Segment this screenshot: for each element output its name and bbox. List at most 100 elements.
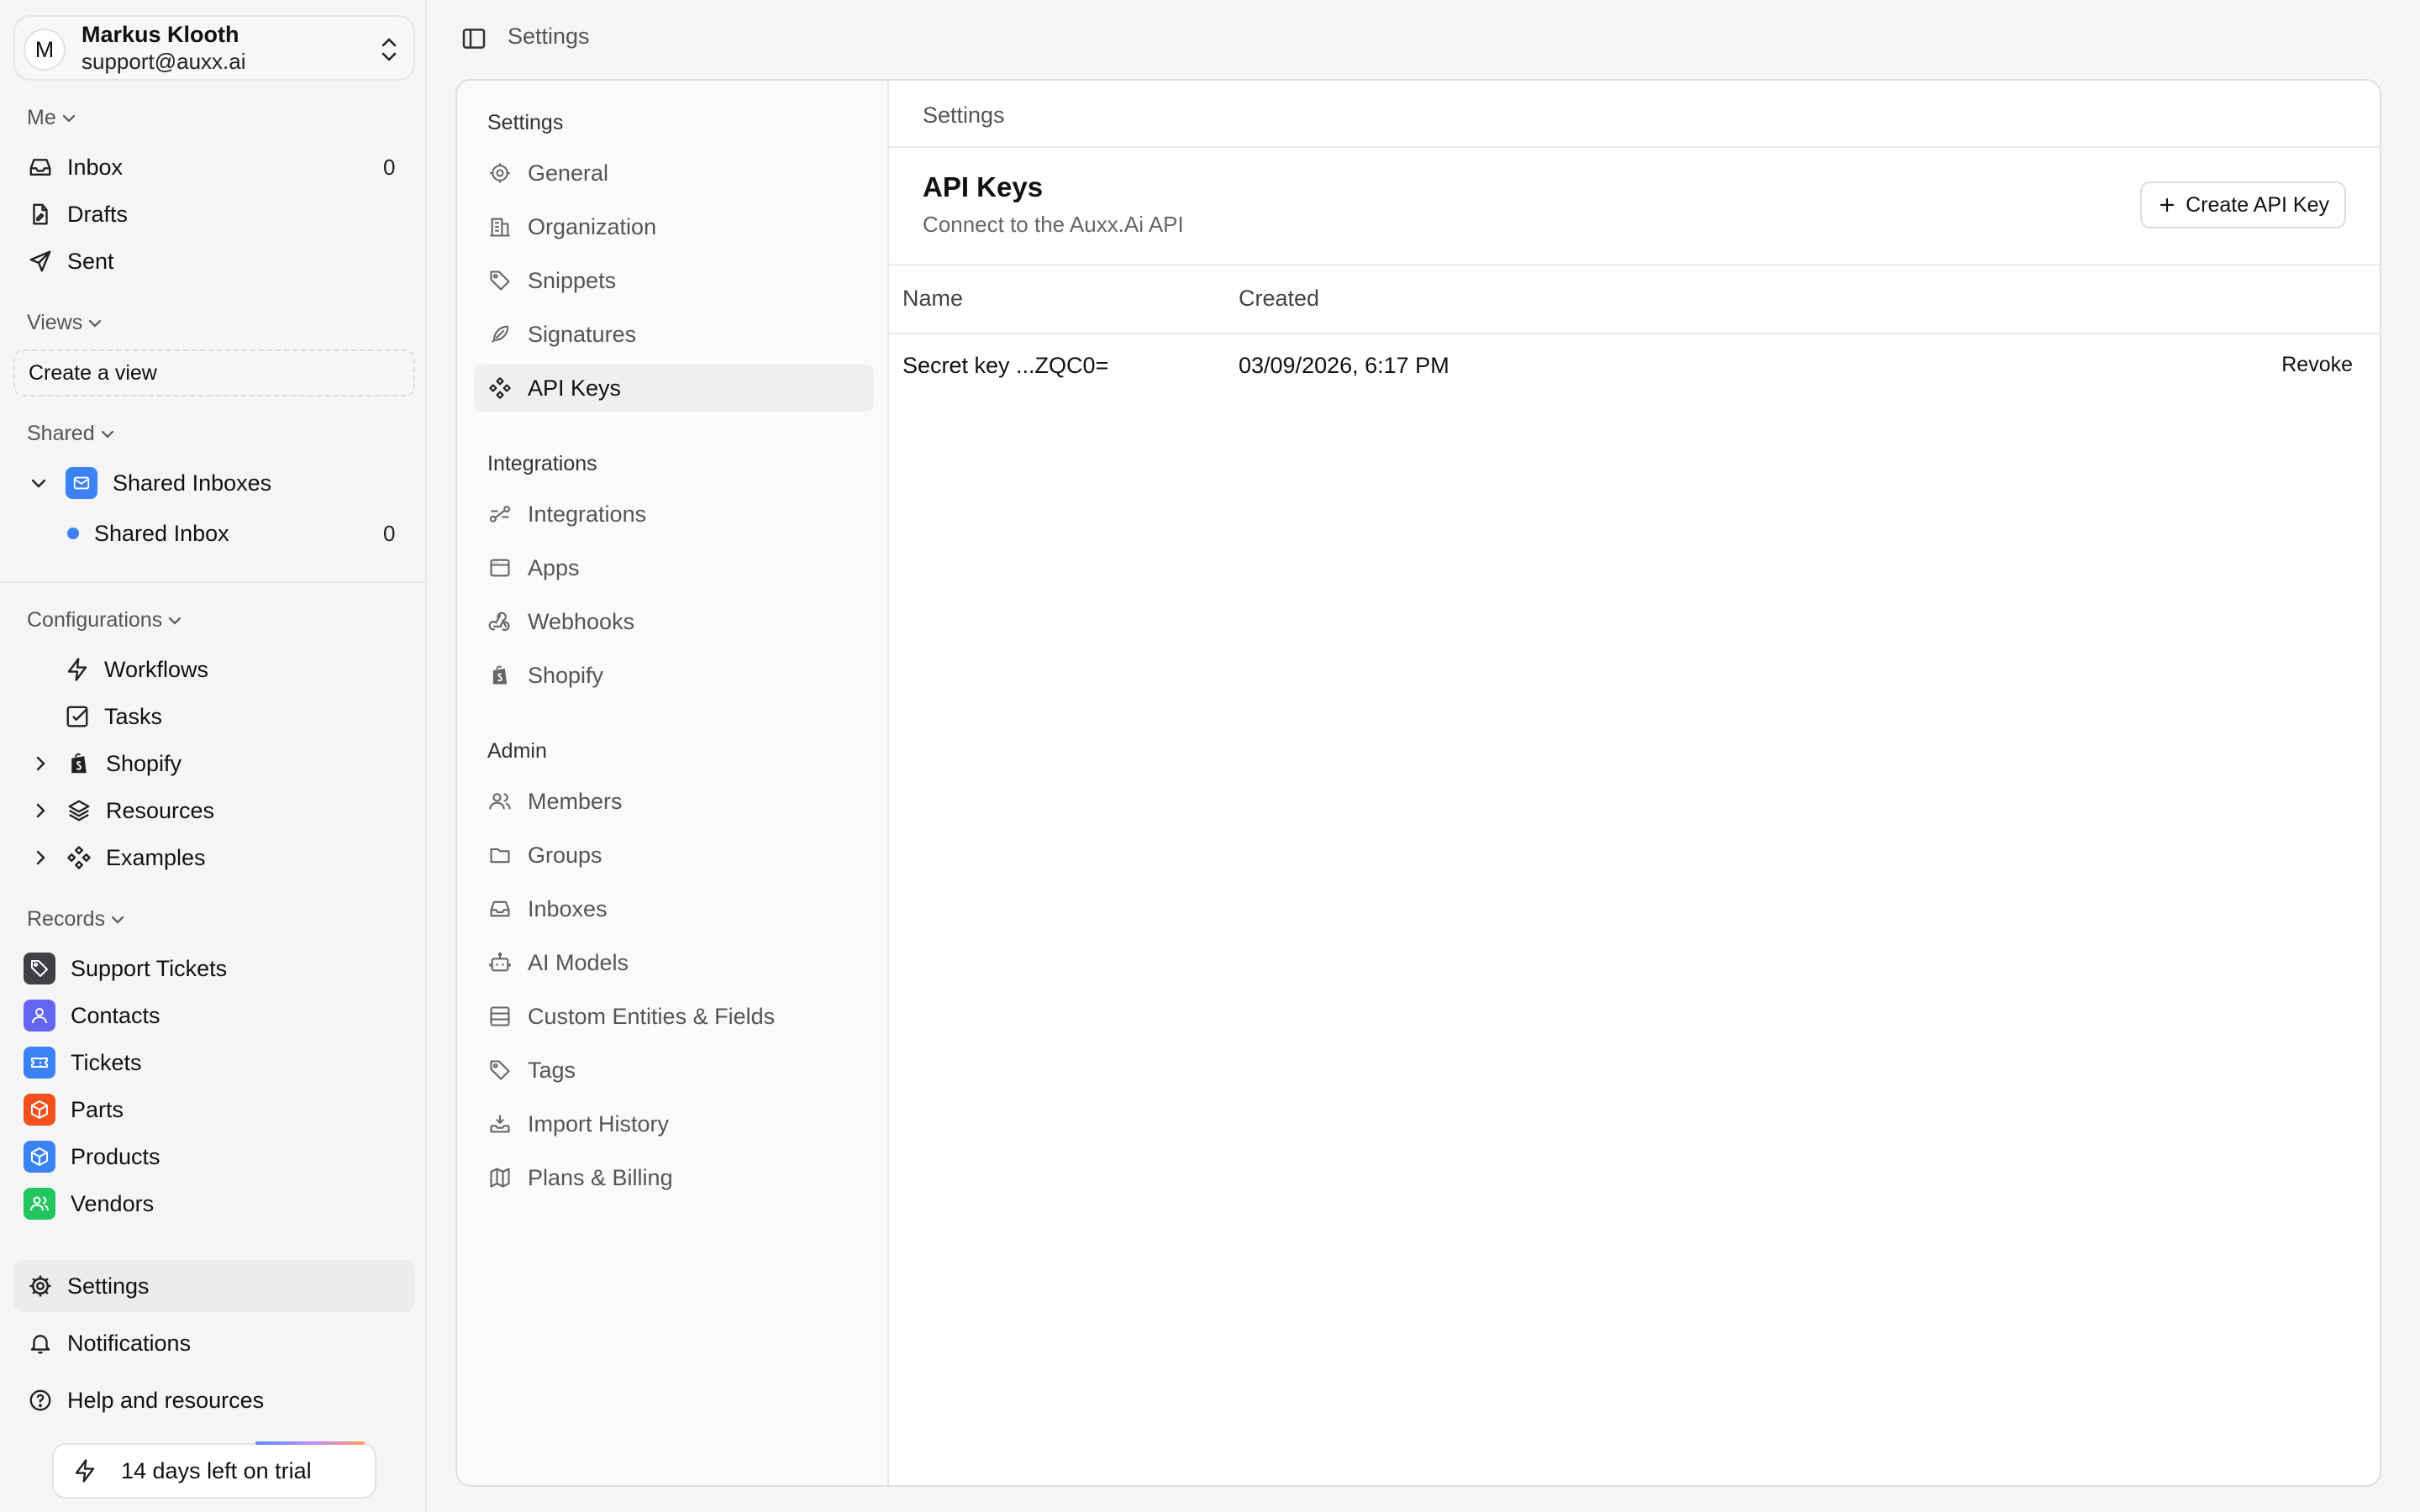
sidebar-item-label: Inbox bbox=[67, 154, 124, 180]
settings-content: Settings API Keys Connect to the Auxx.Ai… bbox=[889, 81, 2380, 1485]
settings-nav-webhooks[interactable]: Webhooks bbox=[474, 598, 874, 645]
sidebar: M Markus Klooth support@auxx.ai Me Inbox… bbox=[0, 0, 427, 1512]
sidebar-item-help[interactable]: Help and resources bbox=[27, 1379, 264, 1421]
sidebar-item-products[interactable]: Products bbox=[24, 1136, 160, 1178]
gear-icon bbox=[27, 1273, 54, 1299]
settings-nav-import-history[interactable]: Import History bbox=[474, 1100, 874, 1147]
shared-inbox-count: 0 bbox=[383, 521, 396, 546]
workflow-icon bbox=[487, 501, 513, 527]
sidebar-item-label: Sent bbox=[67, 248, 114, 274]
settings-nav-label: Groups bbox=[528, 842, 602, 868]
create-api-key-button[interactable]: Create API Key bbox=[2140, 181, 2346, 228]
plus-icon bbox=[2160, 197, 2175, 213]
settings-nav-custom-entities[interactable]: Custom Entities & Fields bbox=[474, 993, 874, 1040]
section-records-label: Records bbox=[27, 907, 106, 931]
settings-nav-plans-billing[interactable]: Plans & Billing bbox=[474, 1154, 874, 1201]
webhook-icon bbox=[487, 609, 513, 634]
settings-nav: Settings General Organization Snippets S… bbox=[457, 81, 889, 1485]
sidebar-item-label: Shared Inboxes bbox=[113, 470, 272, 496]
sidebar-item-label: Workflows bbox=[104, 656, 209, 682]
sidebar-toggle-icon[interactable] bbox=[460, 25, 487, 52]
section-configurations[interactable]: Configurations bbox=[27, 608, 182, 633]
settings-nav-label: AI Models bbox=[528, 949, 629, 975]
mail-icon bbox=[66, 467, 97, 499]
settings-nav-groups[interactable]: Groups bbox=[474, 832, 874, 879]
sidebar-item-notifications[interactable]: Notifications bbox=[27, 1322, 191, 1364]
settings-nav-label: Inboxes bbox=[528, 895, 608, 921]
sidebar-item-parts[interactable]: Parts bbox=[24, 1089, 124, 1131]
sidebar-item-settings[interactable]: Settings bbox=[27, 1265, 150, 1307]
tag-icon bbox=[487, 268, 513, 293]
create-view-button[interactable]: Create a view bbox=[13, 349, 415, 396]
sidebar-item-label: Vendors bbox=[71, 1190, 155, 1216]
page-breadcrumb: Settings bbox=[508, 24, 590, 49]
settings-nav-members[interactable]: Members bbox=[474, 778, 874, 825]
table-header: Name Created bbox=[889, 264, 2380, 334]
sidebar-item-vendors[interactable]: Vendors bbox=[24, 1183, 154, 1225]
sidebar-item-workflows[interactable]: Workflows bbox=[64, 648, 208, 690]
section-shared-label: Shared bbox=[27, 422, 95, 445]
dot-icon bbox=[67, 528, 79, 539]
sidebar-item-sent[interactable]: Sent bbox=[27, 240, 114, 282]
section-me[interactable]: Me bbox=[27, 106, 76, 130]
sidebar-item-drafts[interactable]: Drafts bbox=[27, 193, 128, 235]
sidebar-item-support-tickets[interactable]: Support Tickets bbox=[24, 948, 227, 990]
users-icon bbox=[487, 789, 513, 814]
settings-nav-label: General bbox=[528, 160, 609, 186]
zap-icon bbox=[72, 1458, 97, 1483]
sidebar-item-resources[interactable]: Resources bbox=[30, 790, 214, 832]
settings-nav-inboxes[interactable]: Inboxes bbox=[474, 885, 874, 932]
integrations-nav-heading: Integrations bbox=[487, 452, 597, 475]
sidebar-item-shared-inboxes[interactable]: Shared Inboxes bbox=[29, 462, 271, 504]
sidebar-item-label: Notifications bbox=[67, 1330, 192, 1356]
settings-nav-general[interactable]: General bbox=[474, 150, 874, 197]
sidebar-item-tickets[interactable]: Tickets bbox=[24, 1042, 142, 1084]
sidebar-item-shopify[interactable]: Shopify bbox=[30, 743, 182, 785]
section-views-label: Views bbox=[27, 311, 83, 334]
sidebar-item-tasks[interactable]: Tasks bbox=[64, 696, 162, 738]
settings-nav-snippets[interactable]: Snippets bbox=[474, 257, 874, 304]
settings-nav-label: Webhooks bbox=[528, 608, 635, 634]
help-circle-icon bbox=[27, 1387, 54, 1414]
settings-nav-apps[interactable]: Apps bbox=[474, 544, 874, 591]
sidebar-item-examples[interactable]: Examples bbox=[30, 837, 206, 879]
layers-icon bbox=[66, 797, 92, 824]
settings-nav-shopify[interactable]: Shopify bbox=[474, 652, 874, 699]
page-title: API Keys bbox=[923, 171, 1044, 202]
settings-nav-label: API Keys bbox=[528, 375, 622, 401]
section-views[interactable]: Views bbox=[27, 311, 103, 335]
sidebar-item-label: Shopify bbox=[106, 750, 182, 776]
settings-nav-integrations[interactable]: Integrations bbox=[474, 491, 874, 538]
settings-nav-organization[interactable]: Organization bbox=[474, 203, 874, 250]
table-row: Secret key ...ZQC0= 03/09/2026, 6:17 PM … bbox=[889, 334, 2380, 407]
box-icon bbox=[24, 1141, 55, 1173]
sidebar-item-shared-inbox[interactable]: Shared Inbox bbox=[67, 512, 229, 554]
avatar: M bbox=[24, 29, 66, 71]
sidebar-item-contacts[interactable]: Contacts bbox=[24, 995, 160, 1037]
settings-nav-tags[interactable]: Tags bbox=[474, 1047, 874, 1094]
account-switcher[interactable]: M Markus Klooth support@auxx.ai bbox=[13, 15, 415, 81]
admin-nav-heading: Admin bbox=[487, 739, 547, 763]
square-check-icon bbox=[64, 703, 91, 730]
section-records[interactable]: Records bbox=[27, 907, 125, 932]
page-subtitle: Connect to the Auxx.Ai API bbox=[923, 212, 1184, 237]
settings-nav-ai-models[interactable]: AI Models bbox=[474, 939, 874, 986]
chevron-right-icon bbox=[36, 850, 45, 865]
api-key-created: 03/09/2026, 6:17 PM bbox=[1239, 353, 1449, 378]
sidebar-item-label: Support Tickets bbox=[71, 955, 228, 981]
revoke-button[interactable]: Revoke bbox=[2281, 353, 2353, 377]
users-icon bbox=[24, 1188, 55, 1220]
settings-nav-signatures[interactable]: Signatures bbox=[474, 311, 874, 358]
section-configurations-label: Configurations bbox=[27, 608, 163, 632]
section-shared[interactable]: Shared bbox=[27, 422, 115, 446]
sidebar-item-inbox[interactable]: Inbox bbox=[27, 146, 123, 188]
download-icon bbox=[487, 1111, 513, 1137]
settings-nav-api-keys[interactable]: API Keys bbox=[474, 365, 874, 412]
inbox-icon bbox=[27, 154, 54, 181]
package-icon bbox=[24, 1094, 55, 1126]
trial-banner[interactable]: 14 days left on trial bbox=[52, 1441, 376, 1499]
chevron-down-icon bbox=[111, 916, 124, 924]
column-created: Created bbox=[1239, 286, 1320, 311]
zap-icon bbox=[64, 656, 91, 683]
sidebar-item-label: Examples bbox=[106, 844, 206, 870]
